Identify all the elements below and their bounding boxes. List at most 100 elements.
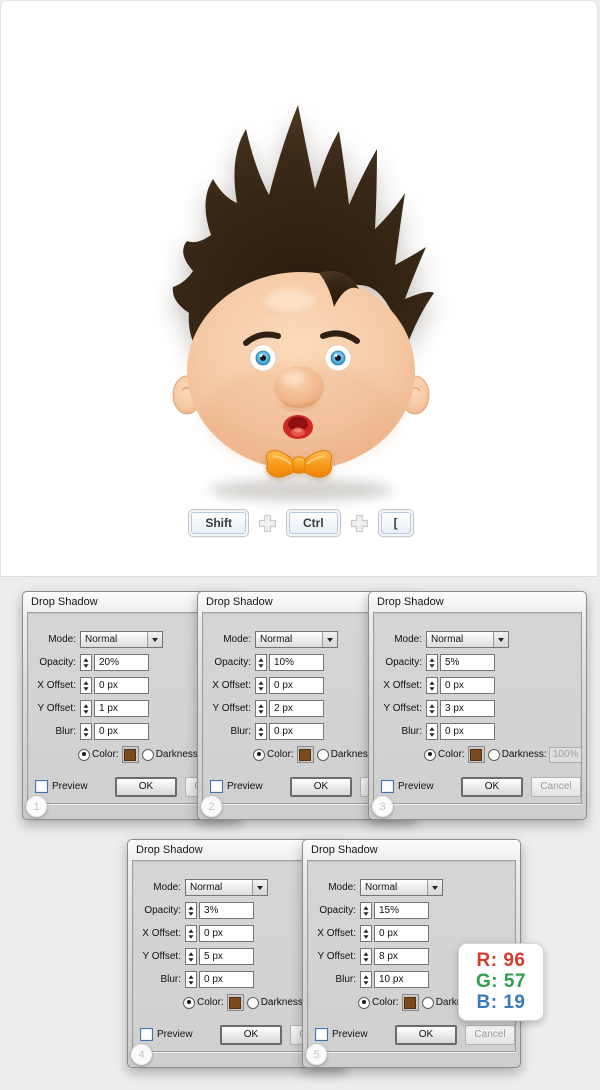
preview-checkbox[interactable] — [140, 1028, 153, 1041]
ok-button[interactable]: OK — [290, 777, 352, 797]
stepper-up-icon[interactable] — [429, 658, 434, 661]
y-offset-stepper[interactable] — [80, 700, 92, 717]
stepper-up-icon[interactable] — [258, 658, 263, 661]
preview-checkbox[interactable] — [381, 780, 394, 793]
shadow-color-swatch[interactable] — [122, 746, 139, 763]
chevron-down-icon[interactable] — [493, 632, 508, 647]
x-offset-input[interactable]: 0 px — [269, 677, 324, 694]
darkness-radio[interactable] — [317, 749, 329, 761]
stepper-down-icon[interactable] — [363, 935, 368, 938]
stepper-up-icon[interactable] — [429, 727, 434, 730]
stepper-down-icon[interactable] — [363, 981, 368, 984]
x-offset-stepper[interactable] — [360, 925, 372, 942]
stepper-up-icon[interactable] — [363, 952, 368, 955]
opacity-input[interactable]: 5% — [440, 654, 495, 671]
color-radio[interactable] — [424, 749, 436, 761]
stepper-up-icon[interactable] — [258, 704, 263, 707]
blur-input[interactable]: 0 px — [94, 723, 149, 740]
ok-button[interactable]: OK — [115, 777, 177, 797]
darkness-radio[interactable] — [488, 749, 500, 761]
stepper-down-icon[interactable] — [258, 733, 263, 736]
stepper-down-icon[interactable] — [83, 664, 88, 667]
mode-dropdown[interactable]: Normal — [185, 879, 268, 896]
preview-checkbox[interactable] — [35, 780, 48, 793]
stepper-up-icon[interactable] — [188, 952, 193, 955]
stepper-down-icon[interactable] — [429, 664, 434, 667]
x-offset-stepper[interactable] — [185, 925, 197, 942]
stepper-down-icon[interactable] — [83, 687, 88, 690]
color-radio[interactable] — [358, 997, 370, 1009]
y-offset-stepper[interactable] — [255, 700, 267, 717]
stepper-down-icon[interactable] — [429, 687, 434, 690]
stepper-up-icon[interactable] — [363, 906, 368, 909]
preview-checkbox[interactable] — [210, 780, 223, 793]
stepper-down-icon[interactable] — [363, 958, 368, 961]
opacity-input[interactable]: 20% — [94, 654, 149, 671]
shadow-color-swatch[interactable] — [227, 994, 244, 1011]
stepper-up-icon[interactable] — [363, 975, 368, 978]
stepper-down-icon[interactable] — [188, 981, 193, 984]
preview-checkbox[interactable] — [315, 1028, 328, 1041]
stepper-down-icon[interactable] — [258, 664, 263, 667]
stepper-down-icon[interactable] — [188, 958, 193, 961]
color-radio[interactable] — [183, 997, 195, 1009]
opacity-stepper[interactable] — [426, 654, 438, 671]
y-offset-input[interactable]: 5 px — [199, 948, 254, 965]
ok-button[interactable]: OK — [395, 1025, 457, 1045]
mode-dropdown[interactable]: Normal — [360, 879, 443, 896]
shadow-color-swatch[interactable] — [297, 746, 314, 763]
y-offset-stepper[interactable] — [185, 948, 197, 965]
x-offset-stepper[interactable] — [426, 677, 438, 694]
stepper-down-icon[interactable] — [188, 912, 193, 915]
stepper-down-icon[interactable] — [83, 733, 88, 736]
y-offset-input[interactable]: 1 px — [94, 700, 149, 717]
stepper-up-icon[interactable] — [258, 681, 263, 684]
darkness-radio[interactable] — [247, 997, 259, 1009]
blur-input[interactable]: 0 px — [199, 971, 254, 988]
blur-stepper[interactable] — [426, 723, 438, 740]
stepper-up-icon[interactable] — [188, 975, 193, 978]
stepper-down-icon[interactable] — [188, 935, 193, 938]
blur-stepper[interactable] — [255, 723, 267, 740]
chevron-down-icon[interactable] — [322, 632, 337, 647]
cancel-button[interactable]: Cancel — [465, 1025, 515, 1045]
blur-input[interactable]: 0 px — [440, 723, 495, 740]
blur-input[interactable]: 0 px — [269, 723, 324, 740]
color-radio[interactable] — [78, 749, 90, 761]
shadow-color-swatch[interactable] — [402, 994, 419, 1011]
mode-dropdown[interactable]: Normal — [80, 631, 163, 648]
blur-input[interactable]: 10 px — [374, 971, 429, 988]
stepper-down-icon[interactable] — [363, 912, 368, 915]
x-offset-stepper[interactable] — [80, 677, 92, 694]
stepper-up-icon[interactable] — [83, 727, 88, 730]
shadow-color-swatch[interactable] — [468, 746, 485, 763]
stepper-up-icon[interactable] — [429, 681, 434, 684]
opacity-stepper[interactable] — [80, 654, 92, 671]
chevron-down-icon[interactable] — [252, 880, 267, 895]
opacity-stepper[interactable] — [360, 902, 372, 919]
y-offset-stepper[interactable] — [426, 700, 438, 717]
darkness-radio[interactable] — [422, 997, 434, 1009]
darkness-radio[interactable] — [142, 749, 154, 761]
mode-dropdown[interactable]: Normal — [426, 631, 509, 648]
chevron-down-icon[interactable] — [147, 632, 162, 647]
opacity-stepper[interactable] — [255, 654, 267, 671]
x-offset-input[interactable]: 0 px — [199, 925, 254, 942]
stepper-down-icon[interactable] — [258, 687, 263, 690]
stepper-up-icon[interactable] — [188, 929, 193, 932]
color-radio[interactable] — [253, 749, 265, 761]
stepper-up-icon[interactable] — [429, 704, 434, 707]
x-offset-stepper[interactable] — [255, 677, 267, 694]
mode-dropdown[interactable]: Normal — [255, 631, 338, 648]
opacity-input[interactable]: 10% — [269, 654, 324, 671]
blur-stepper[interactable] — [185, 971, 197, 988]
ok-button[interactable]: OK — [220, 1025, 282, 1045]
y-offset-input[interactable]: 8 px — [374, 948, 429, 965]
stepper-up-icon[interactable] — [83, 658, 88, 661]
blur-stepper[interactable] — [80, 723, 92, 740]
opacity-input[interactable]: 3% — [199, 902, 254, 919]
stepper-up-icon[interactable] — [188, 906, 193, 909]
y-offset-input[interactable]: 3 px — [440, 700, 495, 717]
stepper-up-icon[interactable] — [363, 929, 368, 932]
stepper-down-icon[interactable] — [83, 710, 88, 713]
